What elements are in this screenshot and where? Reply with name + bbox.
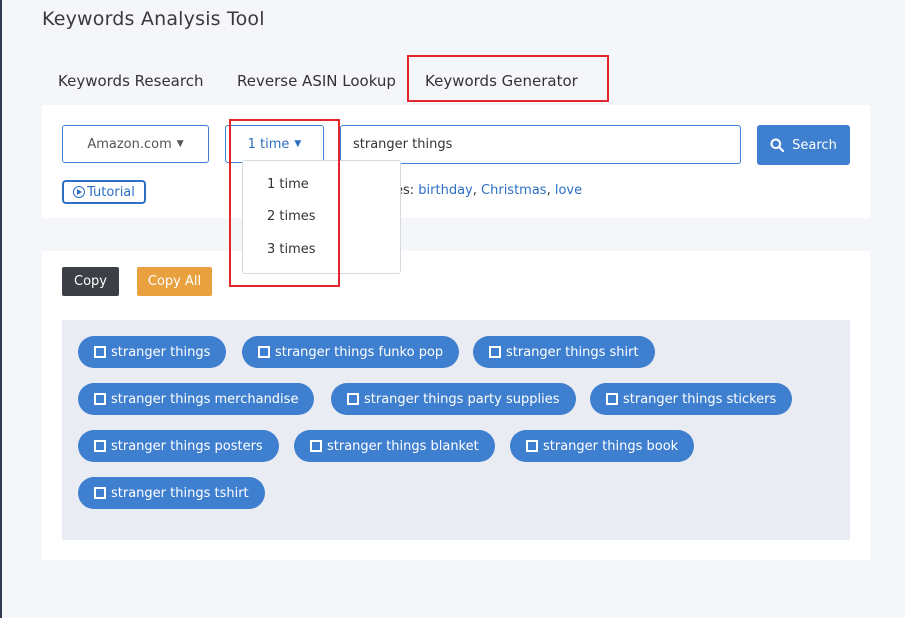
keyword-tag-label: stranger things blanket [327, 438, 479, 454]
keyword-tag-label: stranger things party supplies [364, 391, 560, 407]
search-icon [770, 138, 785, 152]
search-button[interactable]: Search [757, 125, 850, 165]
play-icon [73, 186, 86, 198]
keyword-tag[interactable]: stranger things book [510, 430, 695, 462]
keyword-tag-label: stranger things merchandise [111, 391, 299, 407]
keyword-tag-label: stranger things funko pop [275, 344, 444, 360]
checkbox-icon[interactable] [489, 346, 501, 358]
checkbox-icon[interactable] [258, 346, 270, 358]
checkbox-icon[interactable] [94, 487, 106, 499]
keyword-tag-label: stranger things stickers [623, 391, 777, 407]
chevron-down-icon: ▼ [176, 139, 184, 149]
checkbox-icon[interactable] [94, 393, 106, 405]
keyword-tag-label: stranger things posters [111, 438, 263, 454]
example-link-love[interactable]: love [555, 183, 582, 198]
keyword-tag[interactable]: stranger things posters [78, 430, 279, 462]
keyword-tag[interactable]: stranger things [78, 336, 227, 368]
checkbox-icon[interactable] [94, 346, 106, 358]
checkbox-icon[interactable] [94, 440, 106, 452]
keyword-tag[interactable]: stranger things merchandise [78, 383, 315, 415]
tab-keywords-research[interactable]: Keywords Research [58, 72, 203, 90]
keyword-tag[interactable]: stranger things stickers [590, 383, 793, 415]
dropdown-highlight-box [229, 119, 340, 287]
checkbox-icon[interactable] [310, 440, 322, 452]
checkbox-icon[interactable] [526, 440, 538, 452]
search-button-label: Search [792, 137, 837, 153]
example-link-christmas[interactable]: Christmas [481, 183, 547, 198]
tab-highlight-box [407, 55, 609, 102]
keyword-tag[interactable]: stranger things funko pop [242, 336, 460, 368]
keyword-tag-label: stranger things tshirt [111, 485, 249, 501]
search-input[interactable] [340, 125, 741, 164]
keyword-tag-label: stranger things shirt [506, 344, 639, 360]
copy-button[interactable]: Copy [62, 267, 119, 296]
tab-reverse-asin-lookup[interactable]: Reverse ASIN Lookup [237, 72, 396, 90]
page-title: Keywords Analysis Tool [42, 8, 265, 30]
window-left-border [0, 0, 2, 618]
keyword-tag-label: stranger things book [543, 438, 679, 454]
example-link-birthday[interactable]: birthday [418, 183, 472, 198]
keyword-tag[interactable]: stranger things party supplies [331, 383, 576, 415]
checkbox-icon[interactable] [606, 393, 618, 405]
tutorial-button[interactable]: Tutorial [62, 180, 146, 204]
keyword-tag[interactable]: stranger things shirt [473, 336, 655, 368]
marketplace-select[interactable]: Amazon.com ▼ [62, 125, 209, 163]
examples-line: es: birthday, Christmas, love [395, 183, 583, 198]
checkbox-icon[interactable] [347, 393, 359, 405]
copy-all-button[interactable]: Copy All [137, 267, 212, 296]
keyword-tag[interactable]: stranger things blanket [294, 430, 495, 462]
tutorial-button-label: Tutorial [87, 184, 135, 200]
marketplace-select-value: Amazon.com [87, 136, 172, 152]
keyword-tag[interactable]: stranger things tshirt [78, 477, 265, 509]
keyword-tags-area: stranger things stranger things funko po… [62, 320, 850, 540]
keyword-tag-label: stranger things [111, 344, 211, 360]
